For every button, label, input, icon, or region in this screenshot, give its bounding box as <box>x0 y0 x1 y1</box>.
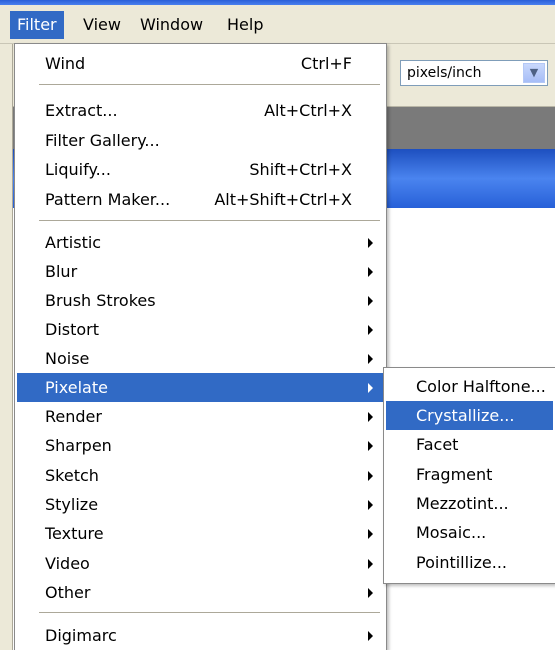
menu-item-label: Texture <box>45 524 104 543</box>
menu-item-texture[interactable]: Texture <box>17 519 384 548</box>
submenu-item-mosaic[interactable]: Mosaic... <box>386 518 553 547</box>
menu-item-label: Blur <box>45 262 78 281</box>
submenu-item-color-halftone[interactable]: Color Halftone... <box>386 372 553 401</box>
menu-item-label: Color Halftone... <box>416 377 546 396</box>
shortcut-text: Alt+Shift+Ctrl+X <box>214 190 352 209</box>
menu-item-wind[interactable]: Wind Ctrl+F <box>17 49 384 78</box>
submenu-item-crystallize[interactable]: Crystallize... <box>386 401 553 430</box>
menu-item-blur[interactable]: Blur <box>17 257 384 286</box>
submenu-arrow-icon <box>368 325 373 335</box>
submenu-item-fragment[interactable]: Fragment <box>386 460 553 489</box>
menu-item-label: Extract... <box>45 101 118 120</box>
menu-filter[interactable]: Filter <box>10 11 64 39</box>
menu-item-label: Mosaic... <box>416 523 487 542</box>
submenu-item-facet[interactable]: Facet <box>386 430 553 459</box>
menu-item-label: Digimarc <box>45 626 117 645</box>
menu-item-pixelate[interactable]: Pixelate <box>17 373 384 402</box>
submenu-arrow-icon <box>368 412 373 422</box>
submenu-arrow-icon <box>368 441 373 451</box>
units-select-value: pixels/inch <box>407 65 482 81</box>
chevron-down-icon[interactable]: ▼ <box>523 63 545 83</box>
menu-item-video[interactable]: Video <box>17 549 384 578</box>
shortcut-text: Ctrl+F <box>300 54 352 73</box>
menu-item-label: Facet <box>416 435 459 454</box>
menu-item-label: Other <box>45 583 91 602</box>
submenu-arrow-icon <box>368 354 373 364</box>
menu-item-label: Mezzotint... <box>416 494 509 513</box>
submenu-arrow-icon <box>368 588 373 598</box>
menu-item-label: Pattern Maker... <box>45 190 171 209</box>
submenu-arrow-icon <box>368 529 373 539</box>
submenu-arrow-icon <box>368 267 373 277</box>
menu-item-brush-strokes[interactable]: Brush Strokes <box>17 286 384 315</box>
menu-item-label: Distort <box>45 320 100 339</box>
menu-item-digimarc[interactable]: Digimarc <box>17 621 384 650</box>
menu-window[interactable]: Window <box>133 11 210 39</box>
shortcut-text: Alt+Ctrl+X <box>264 101 352 120</box>
menu-item-distort[interactable]: Distort <box>17 315 384 344</box>
menu-item-label: Brush Strokes <box>45 291 156 310</box>
menu-item-label: Filter Gallery... <box>45 131 160 150</box>
submenu-item-pointillize[interactable]: Pointillize... <box>386 548 553 577</box>
menu-separator <box>39 612 380 614</box>
menu-item-liquify[interactable]: Liquify... Shift+Ctrl+X <box>17 155 384 184</box>
submenu-arrow-icon <box>368 631 373 641</box>
shortcut-text: Shift+Ctrl+X <box>249 160 352 179</box>
menu-item-label: Liquify... <box>45 160 111 179</box>
toolbox-edge <box>0 44 13 650</box>
menu-item-label: Stylize <box>45 495 99 514</box>
menu-item-label: Noise <box>45 349 90 368</box>
menu-item-stylize[interactable]: Stylize <box>17 490 384 519</box>
submenu-arrow-icon <box>368 238 373 248</box>
menu-item-pattern-maker[interactable]: Pattern Maker... Alt+Shift+Ctrl+X <box>17 185 384 214</box>
submenu-arrow-icon <box>368 559 373 569</box>
menu-separator <box>39 220 380 222</box>
menu-item-label: Video <box>45 554 90 573</box>
menu-item-label: Crystallize... <box>416 406 515 425</box>
menu-help[interactable]: Help <box>220 11 270 39</box>
menu-item-label: Pixelate <box>45 378 108 397</box>
menu-item-sharpen[interactable]: Sharpen <box>17 431 384 460</box>
resolution-units-select[interactable]: pixels/inch ▼ <box>400 60 548 86</box>
submenu-item-mezzotint[interactable]: Mezzotint... <box>386 489 553 518</box>
menu-item-extract[interactable]: Extract... Alt+Ctrl+X <box>17 96 384 125</box>
submenu-arrow-icon <box>368 296 373 306</box>
menu-item-label: Sketch <box>45 466 99 485</box>
submenu-arrow-icon <box>368 383 373 393</box>
menu-item-render[interactable]: Render <box>17 402 384 431</box>
menu-item-label: Pointillize... <box>416 553 508 572</box>
submenu-arrow-icon <box>368 471 373 481</box>
submenu-arrow-icon <box>368 500 373 510</box>
menu-item-sketch[interactable]: Sketch <box>17 461 384 490</box>
menu-item-label: Render <box>45 407 102 426</box>
pixelate-submenu: Color Halftone... Crystallize... Facet F… <box>383 367 555 584</box>
menu-item-filter-gallery[interactable]: Filter Gallery... <box>17 126 384 155</box>
menu-separator <box>39 84 380 86</box>
menu-item-other[interactable]: Other <box>17 578 384 607</box>
menu-item-label: Sharpen <box>45 436 112 455</box>
menu-item-noise[interactable]: Noise <box>17 344 384 373</box>
menu-bar: Filter View Window Help <box>0 5 555 44</box>
menu-item-label: Artistic <box>45 233 102 252</box>
filter-menu: Wind Ctrl+F Extract... Alt+Ctrl+X Filter… <box>14 43 387 650</box>
menu-view[interactable]: View <box>76 11 128 39</box>
menu-item-artistic[interactable]: Artistic <box>17 228 384 257</box>
menu-item-label: Wind <box>45 54 86 73</box>
menu-item-label: Fragment <box>416 465 493 484</box>
